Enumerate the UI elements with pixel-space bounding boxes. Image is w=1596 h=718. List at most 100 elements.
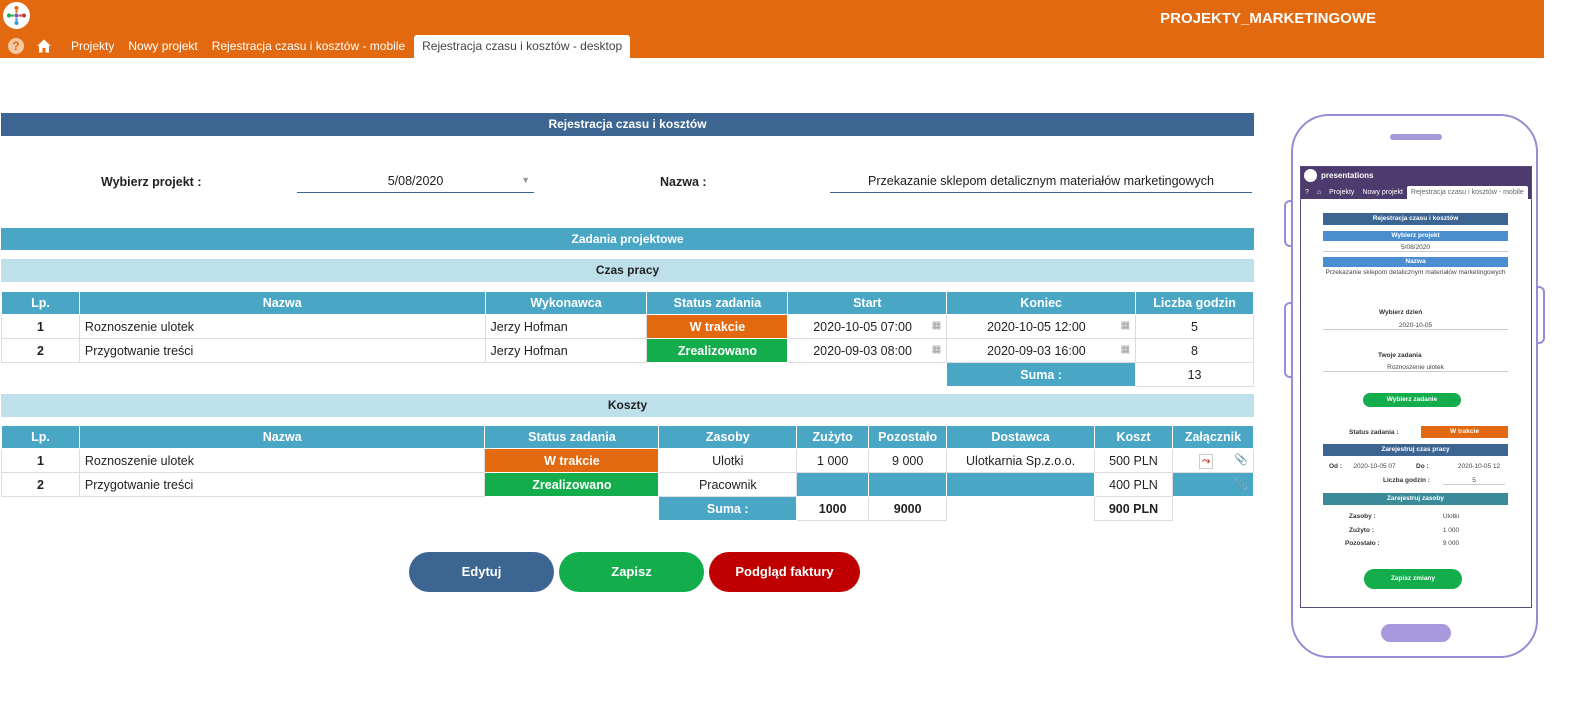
mobile-name-value: Przekazanie sklepom detalicznym materiał… bbox=[1325, 269, 1506, 276]
cell-koszt: 400 PLN bbox=[1094, 472, 1173, 497]
phone-side-button bbox=[1537, 286, 1545, 344]
mobile-app-name: presentations bbox=[1321, 171, 1374, 180]
cell-dostawca: Ulotkarnia Sp.z.o.o. bbox=[946, 448, 1096, 473]
cell-lp: 2 bbox=[1, 338, 80, 363]
calendar-icon[interactable]: ▦ bbox=[932, 344, 941, 355]
costs-table: Lp. Nazwa Status zadania Zasoby Zużyto P… bbox=[1, 425, 1255, 521]
save-button[interactable]: Zapisz bbox=[559, 552, 704, 592]
table-header-row: Lp. Nazwa Status zadania Zasoby Zużyto P… bbox=[1, 425, 1255, 449]
sum-left: 9000 bbox=[868, 496, 948, 521]
mobile-status-label: Status zadania : bbox=[1349, 429, 1399, 436]
cell-zalacznik[interactable]: ⤳ 📎 bbox=[1171, 448, 1255, 473]
cell-koniec[interactable]: ▦ 2020-09-03 16:00 bbox=[946, 338, 1137, 363]
mobile-from-value[interactable]: 2020-10-05 07 bbox=[1347, 463, 1402, 470]
mobile-hours-value[interactable]: 5 bbox=[1443, 477, 1505, 485]
app-logo-icon[interactable] bbox=[3, 2, 30, 29]
cell-wykonawca: Jerzy Hofman bbox=[484, 338, 648, 363]
mobile-res-value: Ulotki bbox=[1442, 513, 1460, 520]
mobile-screen: presentations ? ⌂ Projekty Nowy projekt … bbox=[1300, 166, 1532, 608]
cell-hours: 5 bbox=[1135, 314, 1254, 339]
mobile-to-label: Do : bbox=[1416, 463, 1429, 470]
cell-koszt: 500 PLN bbox=[1094, 448, 1173, 473]
edit-button[interactable]: Edytuj bbox=[409, 552, 554, 592]
nav-rejestracja-desktop[interactable]: Rejestracja czasu i kosztów - desktop bbox=[414, 35, 631, 58]
mobile-choose-task-button[interactable]: Wybierz zadanie bbox=[1363, 393, 1461, 407]
work-time-table: Lp. Nazwa Wykonawca Status zadania Start… bbox=[1, 291, 1254, 387]
col-status: Status zadania bbox=[646, 291, 789, 315]
calendar-icon[interactable]: ▦ bbox=[1121, 344, 1130, 355]
mobile-home-icon[interactable]: ⌂ bbox=[1313, 186, 1325, 199]
col-koszt: Koszt bbox=[1094, 425, 1173, 449]
table-row[interactable]: 1 Roznoszenie ulotek Jerzy Hofman W trak… bbox=[1, 314, 1254, 339]
mobile-to-value[interactable]: 2020-10-05 12 bbox=[1449, 463, 1509, 470]
mobile-help-icon[interactable]: ? bbox=[1301, 186, 1313, 199]
invoice-preview-button[interactable]: Podgląd faktury bbox=[709, 552, 860, 592]
cell-pozostalo bbox=[868, 472, 948, 497]
cell-zalacznik[interactable]: 📎 bbox=[1171, 472, 1255, 497]
mobile-register-time: Zarejestruj czas pracy bbox=[1323, 444, 1508, 456]
mobile-title: Rejestracja czasu i kosztów bbox=[1323, 213, 1508, 225]
status-badge: Zrealizowano bbox=[646, 338, 789, 363]
name-field[interactable]: Przekazanie sklepom detalicznym materiał… bbox=[830, 171, 1252, 193]
end-value: 2020-10-05 12:00 bbox=[987, 319, 1086, 334]
help-icon[interactable]: ? bbox=[8, 38, 24, 54]
mobile-nav-nowy[interactable]: Nowy projekt bbox=[1358, 186, 1406, 199]
end-value: 2020-09-03 16:00 bbox=[987, 343, 1086, 358]
table-row[interactable]: 2 Przygotwanie treści Jerzy Hofman Zreal… bbox=[1, 338, 1254, 363]
calendar-icon[interactable]: ▦ bbox=[932, 320, 941, 331]
sum-label: Suma : bbox=[658, 496, 798, 521]
phone-home-button bbox=[1381, 624, 1451, 642]
nav-nowy-projekt[interactable]: Nowy projekt bbox=[121, 35, 204, 58]
paperclip-icon[interactable]: 📎 bbox=[1234, 453, 1248, 466]
mobile-project-value[interactable]: 5/08/2020 bbox=[1323, 244, 1508, 252]
col-liczba-godzin: Liczba godzin bbox=[1135, 291, 1254, 315]
status-badge: W trakcie bbox=[646, 314, 789, 339]
pdf-icon[interactable]: ⤳ bbox=[1199, 453, 1214, 469]
cell-lp: 2 bbox=[1, 472, 80, 497]
mobile-status-value: W trakcie bbox=[1421, 426, 1508, 438]
mobile-nav-projekty[interactable]: Projekty bbox=[1325, 186, 1358, 199]
nav-rejestracja-mobile[interactable]: Rejestracja czasu i kosztów - mobile bbox=[205, 35, 412, 58]
sum-row: Suma : 1000 9000 900 PLN bbox=[2, 496, 1254, 521]
mobile-task-value[interactable]: Roznoszenie ulotek bbox=[1323, 364, 1508, 372]
col-lp: Lp. bbox=[1, 425, 80, 449]
table-row[interactable]: 2 Przygotwanie treści Zrealizowano Praco… bbox=[1, 472, 1255, 497]
mobile-day-value[interactable]: 2020-10-05 bbox=[1323, 322, 1508, 330]
cell-zasoby: Ulotki bbox=[658, 448, 798, 473]
mobile-nav: ? ⌂ Projekty Nowy projekt Rejestracja cz… bbox=[1301, 184, 1531, 199]
project-select[interactable]: 5/08/2020 ▼ bbox=[297, 171, 534, 193]
sum-used: 1000 bbox=[796, 496, 870, 521]
mobile-left-label: Pozostało : bbox=[1345, 540, 1380, 547]
col-lp: Lp. bbox=[1, 291, 80, 315]
mobile-header: presentations bbox=[1301, 167, 1531, 184]
paperclip-icon[interactable]: 📎 bbox=[1234, 478, 1248, 491]
cell-start[interactable]: ▦ 2020-09-03 08:00 bbox=[787, 338, 948, 363]
start-value: 2020-09-03 08:00 bbox=[813, 343, 912, 358]
mobile-preview: presentations ? ⌂ Projekty Nowy projekt … bbox=[1291, 114, 1538, 658]
calendar-icon[interactable]: ▦ bbox=[1121, 320, 1130, 331]
mobile-nav-rejestracja[interactable]: Rejestracja czasu i kosztów - mobile bbox=[1406, 186, 1528, 199]
mobile-used-value: 1 000 bbox=[1442, 527, 1460, 534]
cell-zuzyto bbox=[796, 472, 870, 497]
cell-lp: 1 bbox=[1, 448, 80, 473]
mobile-save-changes-button[interactable]: Zapisz zmiany bbox=[1364, 569, 1462, 589]
mobile-res-label: Zasoby : bbox=[1349, 513, 1376, 520]
sum-spacer bbox=[2, 363, 947, 387]
cell-koniec[interactable]: ▦ 2020-10-05 12:00 bbox=[946, 314, 1137, 339]
col-nazwa: Nazwa bbox=[78, 425, 486, 449]
table-row[interactable]: 1 Roznoszenie ulotek W trakcie Ulotki 1 … bbox=[1, 448, 1255, 473]
cell-lp: 1 bbox=[1, 314, 80, 339]
cell-nazwa: Przygotwanie treści bbox=[78, 338, 486, 363]
top-nav: ? Projekty Nowy projekt Rejestracja czas… bbox=[0, 35, 631, 58]
col-nazwa: Nazwa bbox=[78, 291, 486, 315]
phone-speaker bbox=[1390, 134, 1442, 140]
home-icon[interactable] bbox=[36, 38, 52, 54]
col-dostawca: Dostawca bbox=[946, 425, 1096, 449]
col-koniec: Koniec bbox=[946, 291, 1137, 315]
cell-hours: 8 bbox=[1135, 338, 1254, 363]
status-badge: W trakcie bbox=[484, 448, 660, 473]
project-select-value: 5/08/2020 bbox=[387, 174, 444, 188]
app-header: PROJEKTY_MARKETINGOWE ? Projekty Nowy pr… bbox=[0, 0, 1544, 58]
nav-projekty[interactable]: Projekty bbox=[64, 35, 121, 58]
cell-start[interactable]: ▦ 2020-10-05 07:00 bbox=[787, 314, 948, 339]
